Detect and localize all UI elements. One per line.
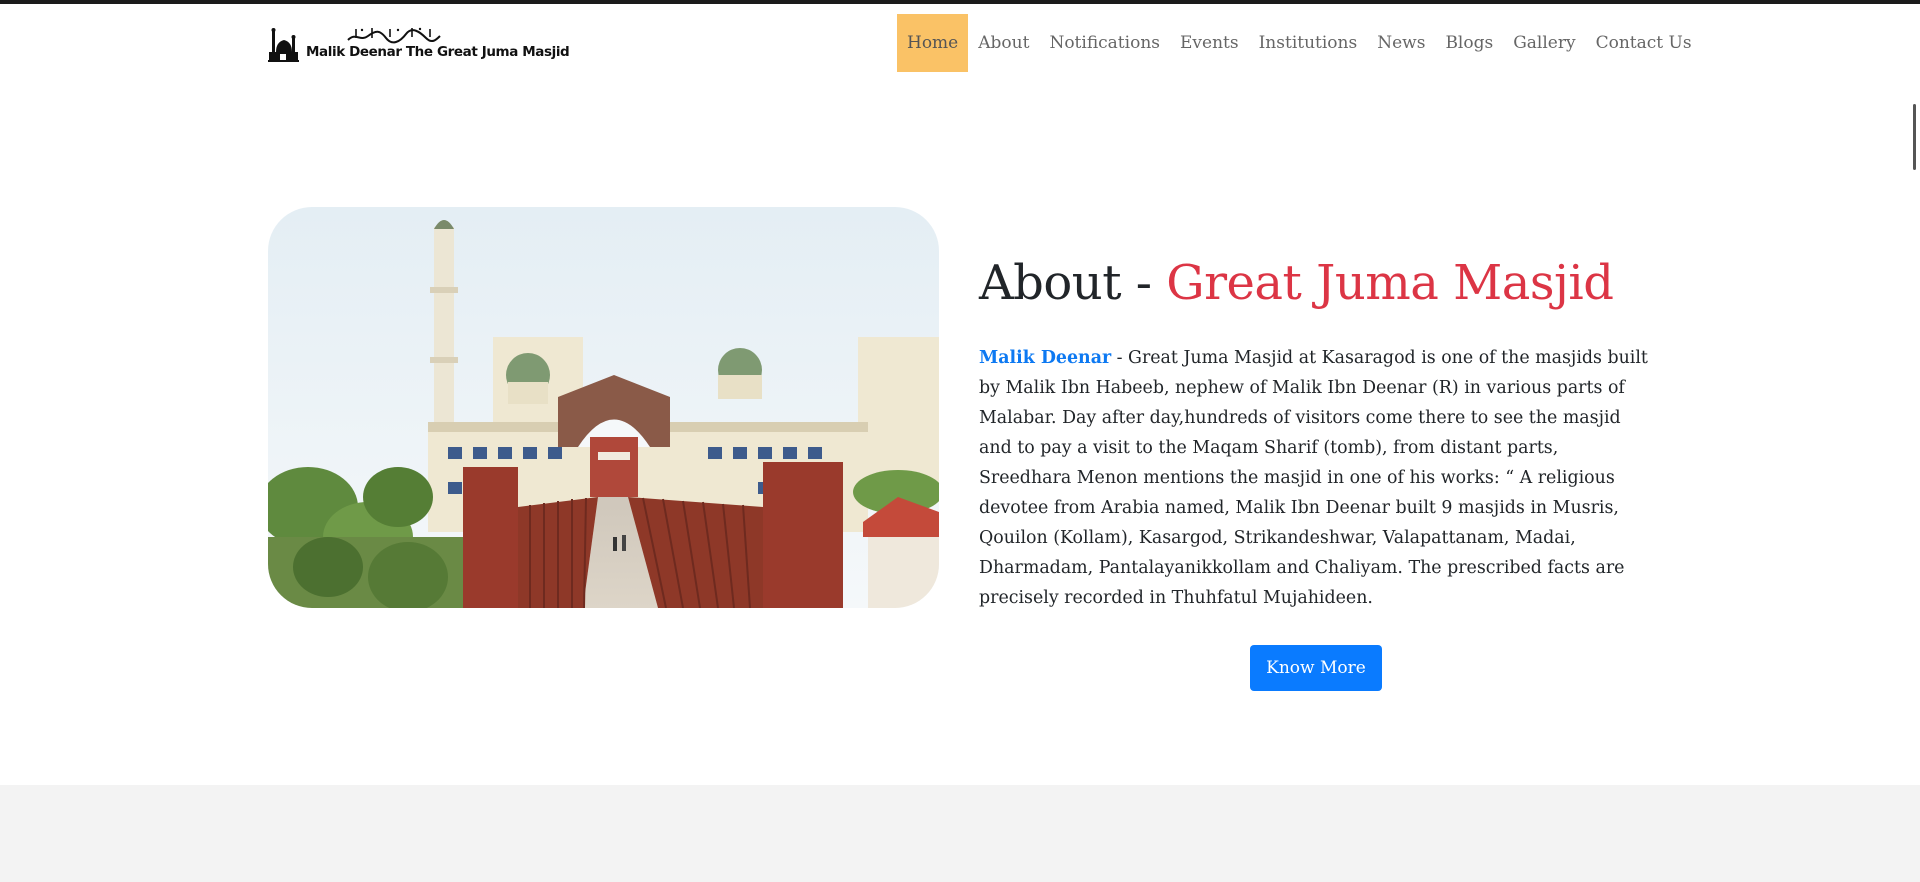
about-description: Malik Deenar - Great Juma Masjid at Kasa… xyxy=(979,343,1651,613)
nav-news[interactable]: News xyxy=(1367,14,1435,72)
scrollbar-thumb[interactable] xyxy=(1913,104,1916,170)
know-more-button[interactable]: Know More xyxy=(1250,645,1382,691)
nav-home[interactable]: Home xyxy=(897,14,969,72)
malik-deenar-link[interactable]: Malik Deenar xyxy=(979,348,1111,368)
arabic-calligraphy-icon xyxy=(347,27,441,44)
nav-institutions[interactable]: Institutions xyxy=(1249,14,1368,72)
masjid-photo xyxy=(268,207,939,608)
nav-notifications[interactable]: Notifications xyxy=(1039,14,1170,72)
nav-blogs[interactable]: Blogs xyxy=(1435,14,1503,72)
site-logo[interactable]: Malik Deenar The Great Juma Masjid xyxy=(268,24,570,68)
about-title-prefix: About - xyxy=(979,255,1167,311)
nav-contact-us[interactable]: Contact Us xyxy=(1586,14,1702,72)
about-body-text: - Great Juma Masjid at Kasaragod is one … xyxy=(979,348,1648,608)
about-title: About - Great Juma Masjid xyxy=(979,255,1614,311)
nav-events[interactable]: Events xyxy=(1170,14,1249,72)
nav-about[interactable]: About xyxy=(968,14,1039,72)
main-nav: Home About Notifications Events Institut… xyxy=(897,14,1702,72)
next-section-band xyxy=(0,785,1920,882)
mosque-emblem-icon xyxy=(268,28,299,62)
about-title-accent: Great Juma Masjid xyxy=(1166,255,1614,311)
nav-gallery[interactable]: Gallery xyxy=(1503,14,1585,72)
site-header: Malik Deenar The Great Juma Masjid Home … xyxy=(0,4,1920,82)
logo-text: Malik Deenar The Great Juma Masjid xyxy=(306,44,570,60)
